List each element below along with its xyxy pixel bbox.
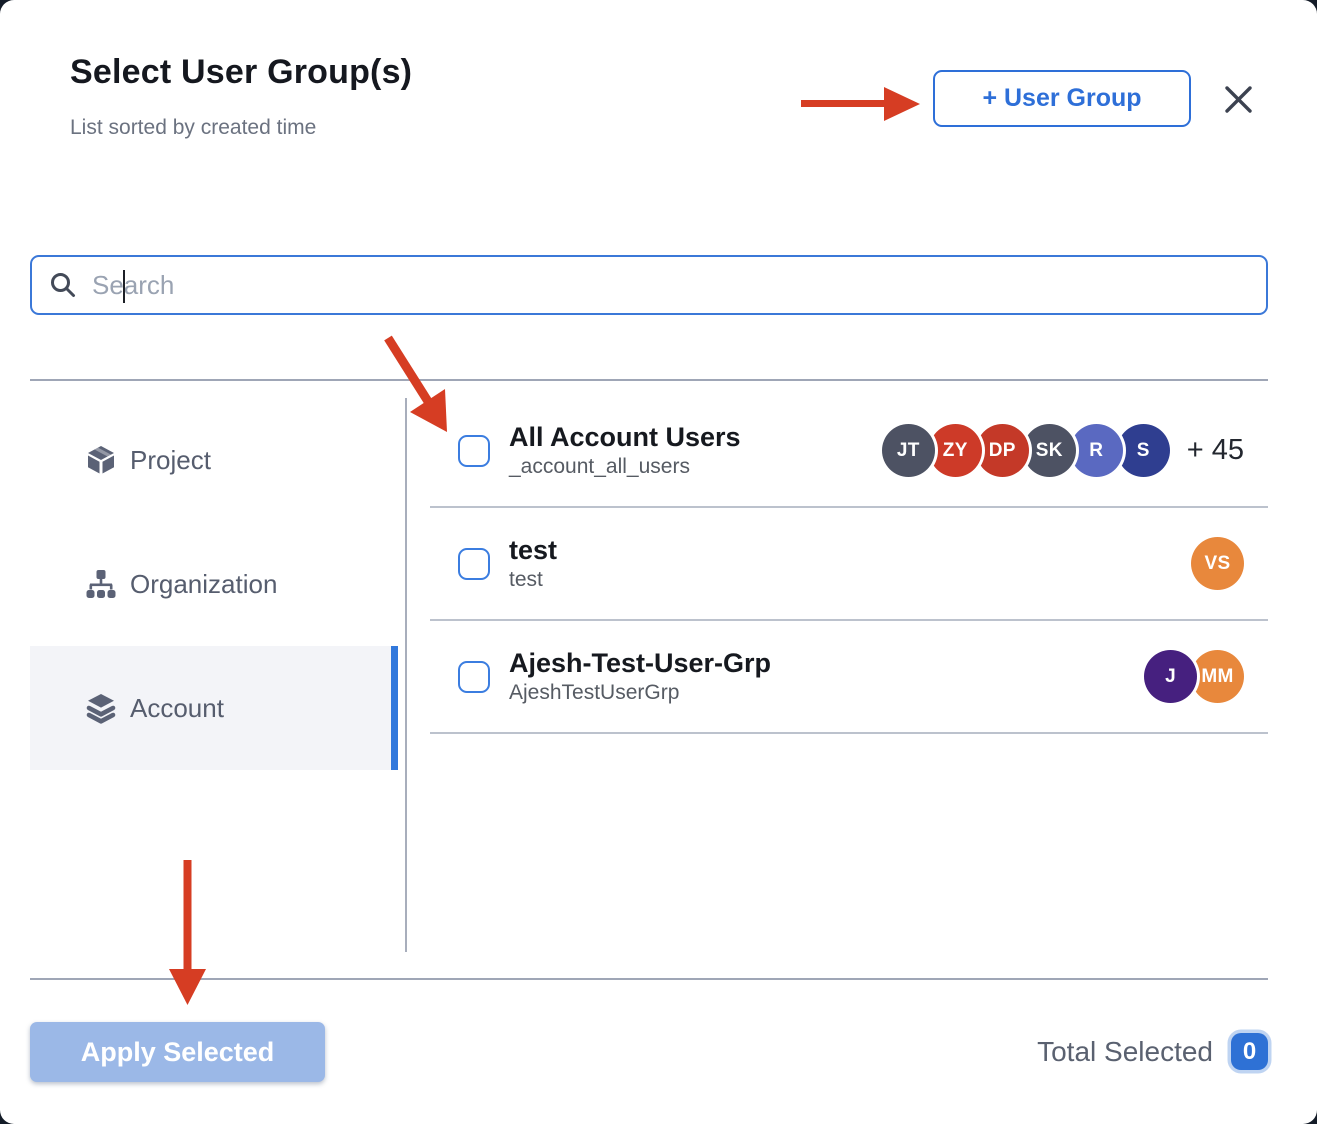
group-checkbox[interactable]: [458, 435, 490, 467]
scope-sidebar: Project Organization: [30, 398, 398, 770]
modal-subtitle: List sorted by created time: [70, 116, 316, 140]
group-id: AjeshTestUserGrp: [509, 679, 771, 706]
avatar-stack: J MM: [1144, 650, 1244, 703]
search-box: [30, 255, 1268, 315]
avatar: MM: [1191, 650, 1244, 703]
search-icon: [49, 271, 77, 299]
close-x-glyph: [1222, 83, 1255, 116]
text-cursor: [123, 270, 125, 303]
group-checkbox[interactable]: [458, 548, 490, 580]
group-row-all-account-users[interactable]: All Account Users _account_all_users JT …: [430, 395, 1268, 508]
sidebar-item-account[interactable]: Account: [30, 646, 398, 770]
sidebar-item-organization[interactable]: Organization: [30, 522, 398, 646]
group-checkbox[interactable]: [458, 661, 490, 693]
select-user-group-modal: Select User Group(s) List sorted by crea…: [0, 0, 1317, 1124]
cube-icon: [85, 444, 117, 476]
arrow-to-apply-button-icon: [169, 860, 206, 1005]
avatar: JT: [882, 424, 935, 477]
layers-icon: [85, 692, 117, 724]
sidebar-item-label: Account: [130, 693, 224, 724]
sidebar-item-label: Project: [130, 445, 211, 476]
avatar: SK: [1023, 424, 1076, 477]
avatar: R: [1070, 424, 1123, 477]
total-selected-label: Total Selected: [1037, 1036, 1213, 1068]
avatar: J: [1144, 650, 1197, 703]
total-selected: Total Selected 0: [1037, 1033, 1268, 1070]
apply-selected-button[interactable]: Apply Selected: [30, 1022, 325, 1082]
user-group-list: All Account Users _account_all_users JT …: [430, 395, 1268, 734]
sidebar-item-project[interactable]: Project: [30, 398, 398, 522]
sidebar-item-label: Organization: [130, 569, 277, 600]
group-id: _account_all_users: [509, 453, 741, 480]
avatar: VS: [1191, 537, 1244, 590]
avatar: S: [1117, 424, 1170, 477]
group-name: test: [509, 534, 557, 566]
group-id: test: [509, 566, 557, 593]
extra-members-count: + 45: [1187, 434, 1244, 467]
avatar-stack: JT ZY DP SK R S: [882, 424, 1170, 477]
modal-title: Select User Group(s): [70, 53, 412, 92]
group-row-test[interactable]: test test VS: [430, 508, 1268, 621]
add-user-group-button[interactable]: + User Group: [933, 70, 1191, 127]
sidebar-divider: [405, 398, 407, 952]
group-name: All Account Users: [509, 421, 741, 453]
header-divider: [30, 379, 1268, 381]
avatar-stack: VS: [1191, 537, 1244, 590]
avatar: ZY: [929, 424, 982, 477]
arrow-to-user-group-button-icon: [801, 87, 920, 121]
total-selected-count-badge: 0: [1231, 1033, 1268, 1070]
group-row-ajesh-test-user-grp[interactable]: Ajesh-Test-User-Grp AjeshTestUserGrp J M…: [430, 621, 1268, 734]
org-chart-icon: [85, 568, 117, 600]
close-icon[interactable]: [1218, 79, 1258, 119]
group-name: Ajesh-Test-User-Grp: [509, 647, 771, 679]
avatar: DP: [976, 424, 1029, 477]
search-input[interactable]: [90, 264, 1266, 306]
footer-divider: [30, 978, 1268, 980]
